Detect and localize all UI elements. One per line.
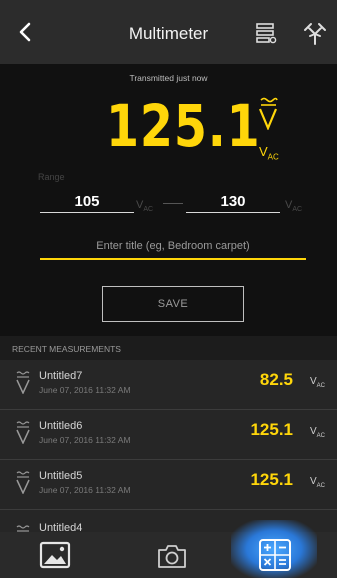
range-separator bbox=[163, 203, 183, 204]
measurement-date: June 07, 2016 11:32 AM bbox=[39, 435, 131, 445]
range-low-unit: VAC bbox=[136, 199, 154, 214]
range-high-input[interactable]: 130 bbox=[186, 193, 280, 210]
measurement-unit: VAC bbox=[309, 426, 325, 439]
measurement-name: Untitled7 bbox=[39, 370, 83, 382]
range-label: Range bbox=[38, 172, 65, 182]
voltage-ac-icon bbox=[16, 421, 30, 444]
list-item[interactable]: Untitled6 June 07, 2016 11:32 AM 125.1 V… bbox=[0, 410, 337, 460]
measurement-unit: VAC bbox=[309, 376, 325, 389]
app-header: Multimeter bbox=[0, 0, 337, 64]
measurement-value: 82.5 bbox=[259, 370, 293, 389]
measurement-unit: VAC bbox=[309, 476, 325, 489]
voltage-ac-icon[interactable] bbox=[258, 96, 278, 130]
recent-header: RECENT MEASUREMENTS bbox=[0, 336, 337, 360]
range-low-underline bbox=[40, 212, 134, 213]
save-button[interactable]: SAVE bbox=[102, 286, 244, 322]
range-high-unit: VAC bbox=[285, 199, 303, 214]
measurement-date: June 07, 2016 11:32 AM bbox=[39, 385, 131, 395]
wiring-icon[interactable] bbox=[302, 20, 328, 46]
title-input-underline bbox=[40, 258, 306, 260]
range-high-underline bbox=[186, 212, 280, 213]
measurement-name: Untitled6 bbox=[39, 420, 83, 432]
range-low-input[interactable]: 105 bbox=[40, 193, 134, 210]
voltage-ac-icon bbox=[16, 471, 30, 494]
gallery-icon[interactable] bbox=[38, 540, 72, 570]
calculator-icon[interactable] bbox=[258, 538, 292, 572]
title-input[interactable]: Enter title (eg, Bedroom carpet) bbox=[40, 240, 306, 252]
transmit-status: Transmitted just now bbox=[129, 73, 208, 83]
measurement-value: 125.1 bbox=[250, 420, 293, 439]
measurement-value: 125.1 bbox=[250, 470, 293, 489]
page-title: Multimeter bbox=[128, 24, 209, 43]
log-list-icon[interactable] bbox=[253, 20, 279, 46]
voltage-ac-icon bbox=[16, 371, 30, 394]
main-reading: 125.1 bbox=[106, 92, 261, 160]
list-item[interactable]: Untitled5 June 07, 2016 11:32 AM 125.1 V… bbox=[0, 460, 337, 510]
camera-icon[interactable] bbox=[155, 542, 189, 570]
measurement-name: Untitled5 bbox=[39, 470, 83, 482]
main-unit: VAC bbox=[259, 144, 279, 162]
measurement-date: June 07, 2016 11:32 AM bbox=[39, 485, 131, 495]
list-item[interactable]: Untitled7 June 07, 2016 11:32 AM 82.5 VA… bbox=[0, 360, 337, 410]
